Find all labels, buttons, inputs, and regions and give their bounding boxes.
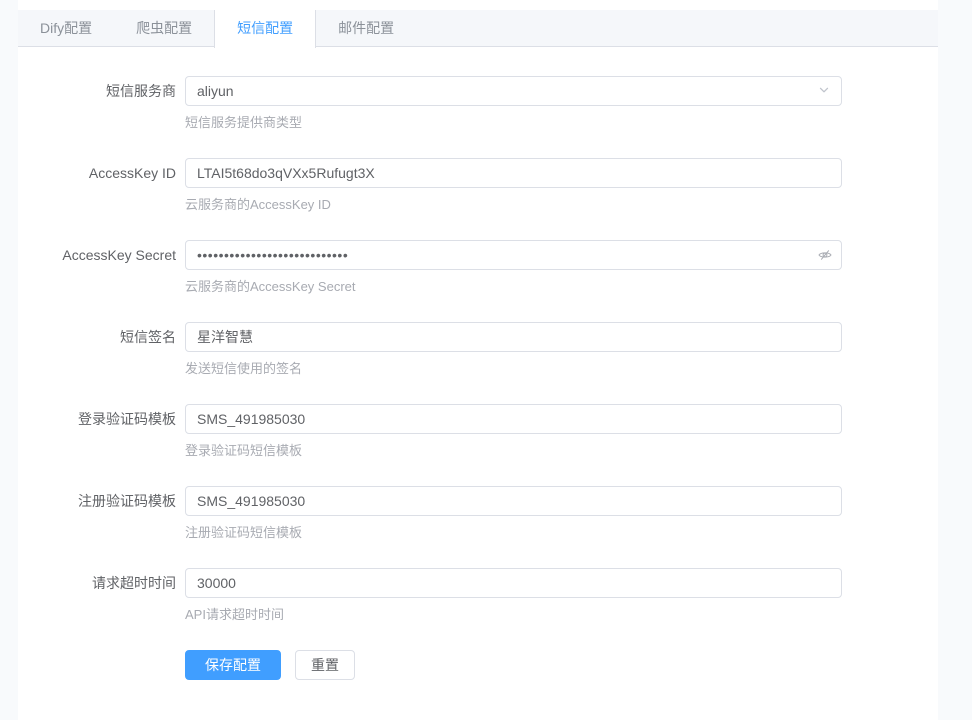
form-row: 短信服务商 aliyun 短信服务提供商类型 (18, 76, 938, 132)
save-config-button[interactable]: 保存配置 (185, 650, 281, 680)
field-label: 短信服务商 (18, 76, 185, 132)
config-tab-bar: Dify配置 爬虫配置 短信配置 邮件配置 (18, 10, 938, 47)
field-label: AccessKey Secret (18, 240, 185, 296)
field-help: API请求超时时间 (185, 606, 842, 624)
accesskey-secret-input[interactable] (185, 240, 842, 270)
field-help: 发送短信使用的签名 (185, 360, 842, 378)
form-row: 短信签名 发送短信使用的签名 (18, 322, 938, 378)
form-row: 登录验证码模板 登录验证码短信模板 (18, 404, 938, 460)
form-row: AccessKey ID 云服务商的AccessKey ID (18, 158, 938, 214)
settings-card: Dify配置 爬虫配置 短信配置 邮件配置 短信服务商 aliyun 短信服务提… (18, 0, 938, 720)
form-row: 注册验证码模板 注册验证码短信模板 (18, 486, 938, 542)
field-label: 注册验证码模板 (18, 486, 185, 542)
field-help: 登录验证码短信模板 (185, 442, 842, 460)
eye-invisible-icon[interactable] (818, 248, 832, 262)
sms-provider-value: aliyun (197, 83, 234, 99)
field-label: 请求超时时间 (18, 568, 185, 624)
tab-mail-config[interactable]: 邮件配置 (316, 10, 416, 47)
register-code-template-input[interactable] (185, 486, 842, 516)
login-code-template-input[interactable] (185, 404, 842, 434)
sms-config-form: 短信服务商 aliyun 短信服务提供商类型 AccessKey ID (18, 47, 938, 680)
tab-dify-config[interactable]: Dify配置 (18, 10, 114, 47)
field-label: 登录验证码模板 (18, 404, 185, 460)
reset-button[interactable]: 重置 (295, 650, 355, 680)
field-label: AccessKey ID (18, 158, 185, 214)
field-label: 短信签名 (18, 322, 185, 378)
field-help: 短信服务提供商类型 (185, 114, 842, 132)
sms-provider-select[interactable]: aliyun (185, 76, 842, 106)
chevron-down-icon (818, 83, 830, 99)
tab-crawler-config[interactable]: 爬虫配置 (114, 10, 214, 47)
accesskey-id-input[interactable] (185, 158, 842, 188)
field-help: 云服务商的AccessKey Secret (185, 278, 842, 296)
field-help: 注册验证码短信模板 (185, 524, 842, 542)
request-timeout-input[interactable] (185, 568, 842, 598)
field-help: 云服务商的AccessKey ID (185, 196, 842, 214)
sms-signature-input[interactable] (185, 322, 842, 352)
form-row: 请求超时时间 API请求超时时间 (18, 568, 938, 624)
form-actions: 保存配置 重置 (185, 650, 938, 680)
form-row: AccessKey Secret 云服务商的AccessKey Secret (18, 240, 938, 296)
tab-sms-config[interactable]: 短信配置 (214, 10, 316, 48)
